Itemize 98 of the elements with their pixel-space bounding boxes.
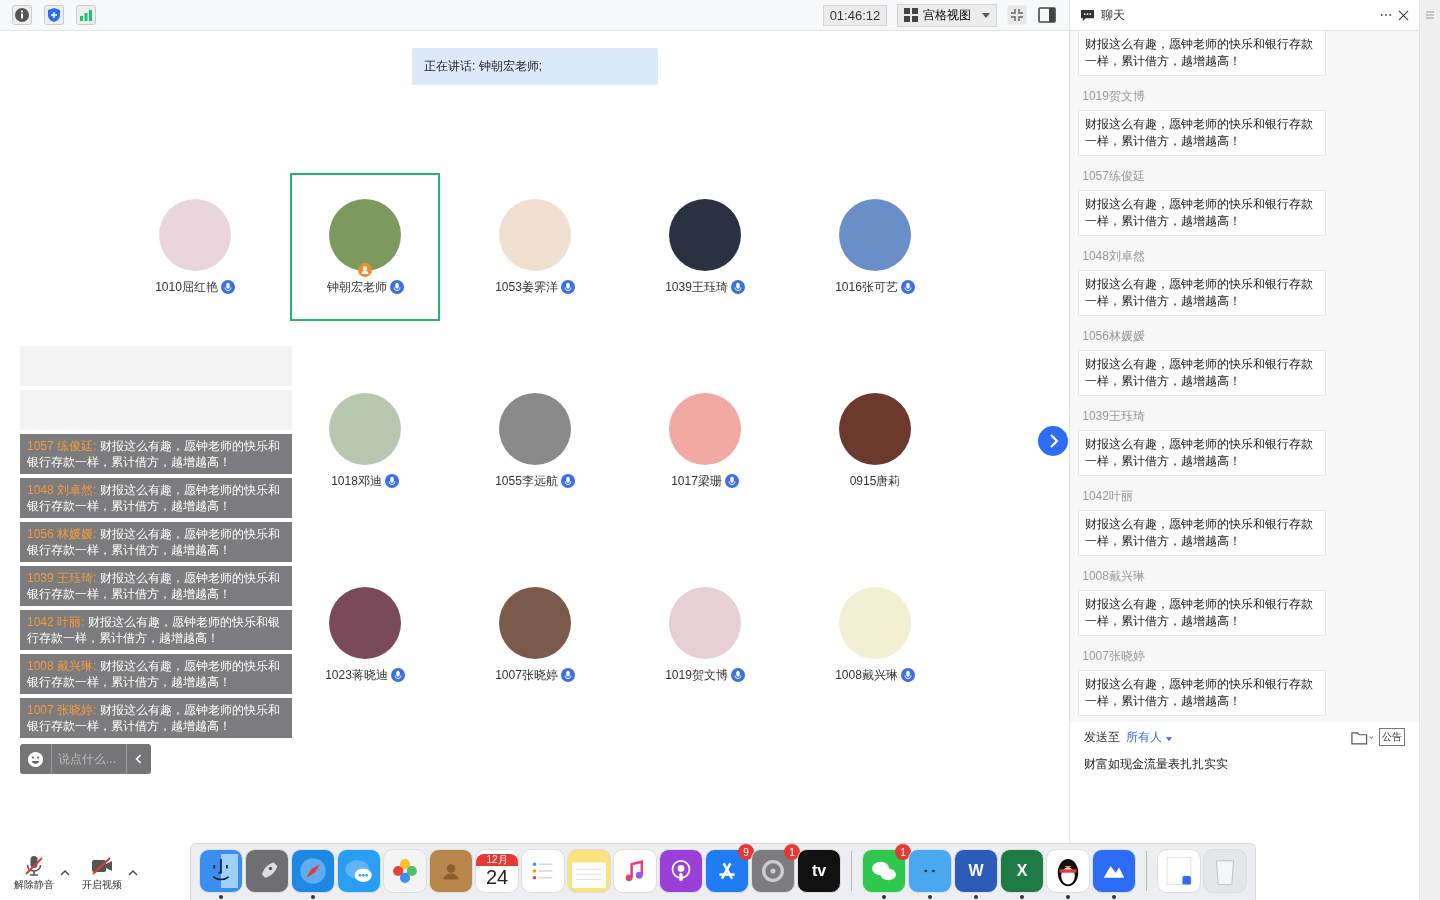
collapse-button[interactable] bbox=[127, 744, 151, 774]
sidebar-toggle-icon[interactable] bbox=[1037, 5, 1058, 25]
message-sender: 1039王珏琦 bbox=[1081, 408, 1146, 425]
participant-tile[interactable]: 1019贺文博 bbox=[630, 561, 780, 709]
word-icon[interactable]: W bbox=[954, 849, 998, 893]
chat-input-field[interactable]: 说点什么... bbox=[51, 744, 127, 774]
announcement-button[interactable]: 公告 bbox=[1379, 728, 1405, 746]
message-bubble: 财报这么有趣，愿钟老师的快乐和银行存款一样，累计借方，越增越高！ bbox=[1078, 31, 1327, 76]
participant-name: 1023蒋晓迪 bbox=[325, 666, 388, 684]
participant-name: 1016张可艺 bbox=[835, 278, 898, 296]
message-bubble: 财报这么有趣，愿钟老师的快乐和银行存款一样，累计借方，越增越高！ bbox=[1078, 190, 1327, 236]
chevron-left-icon bbox=[135, 753, 143, 765]
participant-name: 1017梁珊 bbox=[671, 472, 722, 490]
calendar-icon[interactable]: 12月 24 bbox=[475, 849, 519, 893]
overlay-chat-message: 1008 戴兴琳: 财报这么有趣，愿钟老师的快乐和银行存款一样，累计借方，越增越高！ bbox=[20, 654, 292, 694]
participant-name: 1039王珏琦 bbox=[665, 278, 728, 296]
participant-tile[interactable]: 1039王珏琦 bbox=[630, 173, 780, 321]
video-off-icon bbox=[90, 854, 114, 878]
participant-name: 1010屈红艳 bbox=[155, 278, 218, 296]
folder-icon[interactable] bbox=[1351, 729, 1373, 745]
message-sender: 1057练俊廷 bbox=[1081, 168, 1146, 185]
participant-name: 钟朝宏老师 bbox=[326, 278, 387, 296]
caret-icon[interactable] bbox=[128, 870, 138, 876]
grid-view-button[interactable]: 宫格视图 bbox=[897, 3, 998, 27]
participant-tile[interactable]: 钟朝宏老师 bbox=[290, 173, 440, 321]
podcast-icon[interactable] bbox=[659, 849, 703, 893]
participant-tile[interactable]: 1055李远航 bbox=[460, 367, 610, 515]
overlay-chat-message: 1057 练俊廷: 财报这么有趣，愿钟老师的快乐和银行存款一样，累计借方，越增越高！ bbox=[20, 434, 292, 474]
finder-icon[interactable] bbox=[199, 849, 243, 893]
overlay-chat-message: 1039 王珏琦: 财报这么有趣，愿钟老师的快乐和银行存款一样，累计借方，越增越高！ bbox=[20, 566, 292, 606]
participant-tile[interactable]: 1010屈红艳 bbox=[120, 173, 270, 321]
music-icon[interactable] bbox=[613, 849, 657, 893]
message-sender: 1042叶丽 bbox=[1081, 488, 1134, 505]
unmute-button[interactable]: 解除静音 bbox=[14, 854, 54, 892]
participant-tile[interactable]: 1017梁珊 bbox=[630, 367, 780, 515]
smiley-icon bbox=[27, 750, 44, 768]
caret-icon bbox=[1165, 736, 1172, 741]
chat-icon bbox=[1080, 8, 1096, 22]
overlay-chat-message: 1042 叶丽: 财报这么有趣，愿钟老师的快乐和银行存款一样，累计借方，越增越高！ bbox=[20, 610, 292, 650]
rocket-icon[interactable] bbox=[245, 849, 289, 893]
flower-icon[interactable] bbox=[383, 849, 427, 893]
penguin-icon[interactable] bbox=[1046, 849, 1090, 893]
close-icon[interactable] bbox=[1398, 9, 1409, 21]
participant-tile[interactable]: 0915唐莉 bbox=[800, 367, 950, 515]
emoji-button[interactable] bbox=[20, 744, 51, 774]
document-icon[interactable] bbox=[1157, 849, 1201, 893]
message-bubble: 财报这么有趣，愿钟老师的快乐和银行存款一样，累计借方，越增越高！ bbox=[1078, 270, 1327, 316]
excel-icon[interactable]: X bbox=[1000, 849, 1044, 893]
wechat-icon[interactable] bbox=[862, 849, 906, 893]
message-sender: 1056林媛媛 bbox=[1081, 328, 1146, 345]
participant-name: 1008戴兴琳 bbox=[835, 666, 898, 684]
message-bubble: 财报这么有趣，愿钟老师的快乐和银行存款一样，累计借方，越增越高！ bbox=[1078, 430, 1327, 476]
message-bubble: 财报这么有趣，愿钟老师的快乐和银行存款一样，累计借方，越增越高！ bbox=[1078, 110, 1327, 156]
chat-panel-title: 聊天 bbox=[1101, 6, 1127, 24]
participant-tile[interactable]: 1016张可艺 bbox=[800, 173, 950, 321]
message-bubble: 财报这么有趣，愿钟老师的快乐和银行存款一样，累计借方，越增越高！ bbox=[1078, 350, 1327, 396]
message-bubble: 财报这么有趣，愿钟老师的快乐和银行存款一样，累计借方，越增越高！ bbox=[1078, 670, 1327, 716]
message-sender: 1007张晓婷 bbox=[1081, 648, 1146, 665]
participant-tile[interactable]: 1023蒋晓迪 bbox=[290, 561, 440, 709]
tv-icon[interactable]: tv bbox=[797, 849, 841, 893]
notification-badge: 1 bbox=[784, 844, 800, 860]
participant-tile[interactable]: 1007张晓婷 bbox=[460, 561, 610, 709]
meeting-timer: 01:46:12 bbox=[822, 4, 888, 26]
message-sender: 1019贺文博 bbox=[1081, 88, 1146, 105]
participant-name: 1007张晓婷 bbox=[495, 666, 558, 684]
more-icon[interactable] bbox=[1380, 13, 1392, 17]
overlay-chat-message: 1056 林媛媛: 财报这么有趣，愿钟老师的快乐和银行存款一样，累计借方，越增越高！ bbox=[20, 522, 292, 562]
exit-fullscreen-icon[interactable] bbox=[1007, 5, 1028, 25]
participant-name: 0915唐莉 bbox=[849, 472, 901, 490]
info-icon[interactable] bbox=[12, 5, 32, 25]
notification-badge: 1 bbox=[895, 844, 911, 860]
speaking-banner: 正在讲话: 钟朝宏老师; bbox=[412, 48, 658, 85]
start-video-button[interactable]: 开启视频 bbox=[82, 854, 122, 892]
participant-name: 1053姜霁洋 bbox=[495, 278, 558, 296]
overlay-chat-message: 1007 张晓婷: 财报这么有趣，愿钟老师的快乐和银行存款一样，累计借方，越增越高！ bbox=[20, 698, 292, 738]
send-to-label: 发送至 bbox=[1084, 728, 1121, 746]
participant-name: 1055李远航 bbox=[495, 472, 558, 490]
participant-tile[interactable]: 1053姜霁洋 bbox=[460, 173, 610, 321]
recipient-dropdown[interactable]: 所有人 bbox=[1126, 728, 1172, 746]
next-page-button[interactable] bbox=[1038, 426, 1068, 456]
overlay-chat-message: 1048 刘卓然: 财报这么有趣，愿钟老师的快乐和银行存款一样，累计借方，越增越高！ bbox=[20, 478, 292, 518]
participant-name: 1019贺文博 bbox=[665, 666, 728, 684]
grid-icon bbox=[904, 8, 919, 22]
message-sender: 1048刘卓然 bbox=[1081, 248, 1146, 265]
caret-icon bbox=[982, 12, 991, 18]
notification-badge: 9 bbox=[738, 844, 754, 860]
message-bubble: 财报这么有趣，愿钟老师的快乐和银行存款一样，累计借方，越增越高！ bbox=[1078, 510, 1327, 556]
participant-tile[interactable]: 1008戴兴琳 bbox=[800, 561, 950, 709]
appstore-icon[interactable] bbox=[705, 849, 749, 893]
shield-icon[interactable] bbox=[44, 5, 64, 25]
participant-name: 1018邓迪 bbox=[331, 472, 382, 490]
participant-tile[interactable]: 1018邓迪 bbox=[290, 367, 440, 515]
compass-icon[interactable] bbox=[291, 849, 335, 893]
caret-icon[interactable] bbox=[60, 870, 70, 876]
bubble-icon[interactable] bbox=[337, 849, 381, 893]
message-sender: 1008戴兴琳 bbox=[1081, 568, 1146, 585]
message-input-field[interactable]: 财富如现金流量表扎扎实实 bbox=[1070, 746, 1419, 822]
message-bubble: 财报这么有趣，愿钟老师的快乐和银行存款一样，累计借方，越增越高！ bbox=[1078, 590, 1327, 636]
